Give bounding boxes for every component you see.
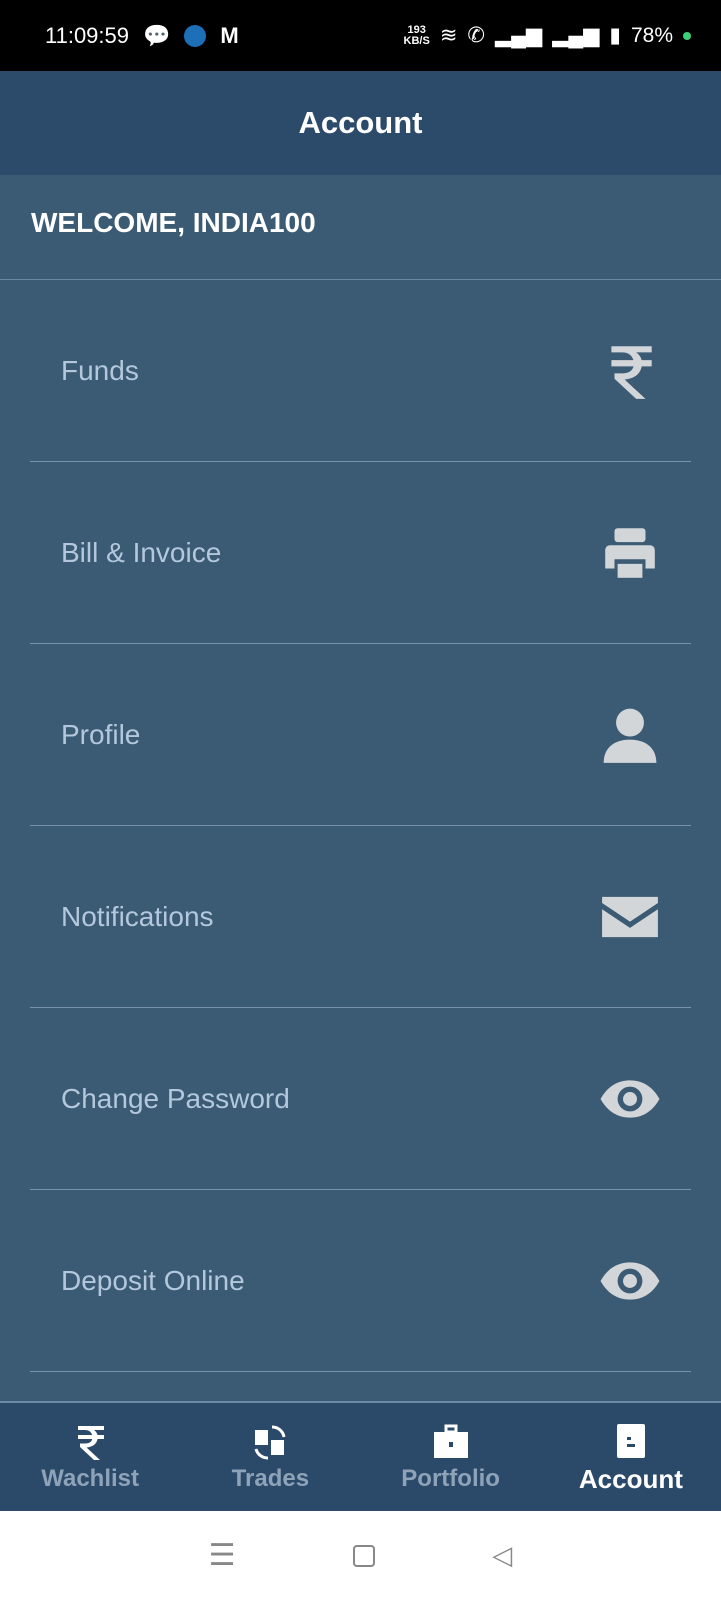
menu-item-notifications[interactable]: Notifications — [30, 826, 691, 1008]
printer-icon — [605, 527, 655, 578]
menu-item-profile[interactable]: Profile — [30, 644, 691, 826]
app-m-icon: M — [220, 22, 239, 48]
rupee-icon — [78, 1426, 105, 1460]
tab-account[interactable]: Account — [541, 1403, 721, 1511]
menu-item-change-password[interactable]: Change Password — [30, 1008, 691, 1190]
eye-icon — [600, 1261, 660, 1300]
user-icon — [603, 708, 657, 763]
exchange-icon — [254, 1425, 286, 1460]
privacy-dot — [683, 31, 691, 40]
back-icon[interactable]: ◁ — [492, 1540, 512, 1571]
menu-item-deposit-online[interactable]: Deposit Online — [30, 1190, 691, 1372]
menu-item-funds[interactable]: Funds — [30, 280, 691, 462]
status-bar: 11:09:59 💬 M 193 KB/S ≋ ✆ ▂▄▆ ▂▄▆ ▮ 78% — [0, 0, 721, 71]
app-b-icon — [184, 24, 207, 47]
envelope-icon — [602, 896, 658, 937]
tab-watchlist[interactable]: Wachlist — [0, 1403, 180, 1511]
clock: 11:09:59 — [45, 22, 130, 48]
home-icon[interactable] — [352, 1544, 375, 1567]
eye-icon — [600, 1079, 660, 1118]
battery-icon: ▮ — [609, 24, 621, 47]
chat-icon: 💬 — [143, 22, 171, 48]
menu-item-bill-invoice[interactable]: Bill & Invoice — [30, 462, 691, 644]
rupee-icon — [611, 345, 652, 399]
battery-percent: 78% — [630, 23, 673, 47]
signal-icon: ▂▄▆ — [552, 24, 600, 47]
network-speed: 193 KB/S — [403, 23, 430, 47]
tab-trades[interactable]: Trades — [180, 1403, 360, 1511]
menu-icon[interactable]: ☰ — [209, 1538, 236, 1573]
wifi-call-icon: ✆ — [467, 24, 486, 47]
bottom-nav: Wachlist Trades Portfolio Account — [0, 1401, 721, 1511]
system-nav-bar: ☰ ◁ — [0, 1511, 721, 1600]
account-icon — [616, 1423, 645, 1458]
tab-portfolio[interactable]: Portfolio — [361, 1403, 541, 1511]
welcome-text: WELCOME, INDIA100 — [0, 175, 721, 280]
account-menu: Funds Bill & Invoice Profile Notificatio… — [30, 280, 691, 1372]
signal-icon: ▂▄▆ — [495, 24, 543, 47]
wifi-icon: ≋ — [439, 24, 458, 47]
page-title: Account — [0, 71, 721, 175]
briefcase-icon — [433, 1424, 468, 1458]
